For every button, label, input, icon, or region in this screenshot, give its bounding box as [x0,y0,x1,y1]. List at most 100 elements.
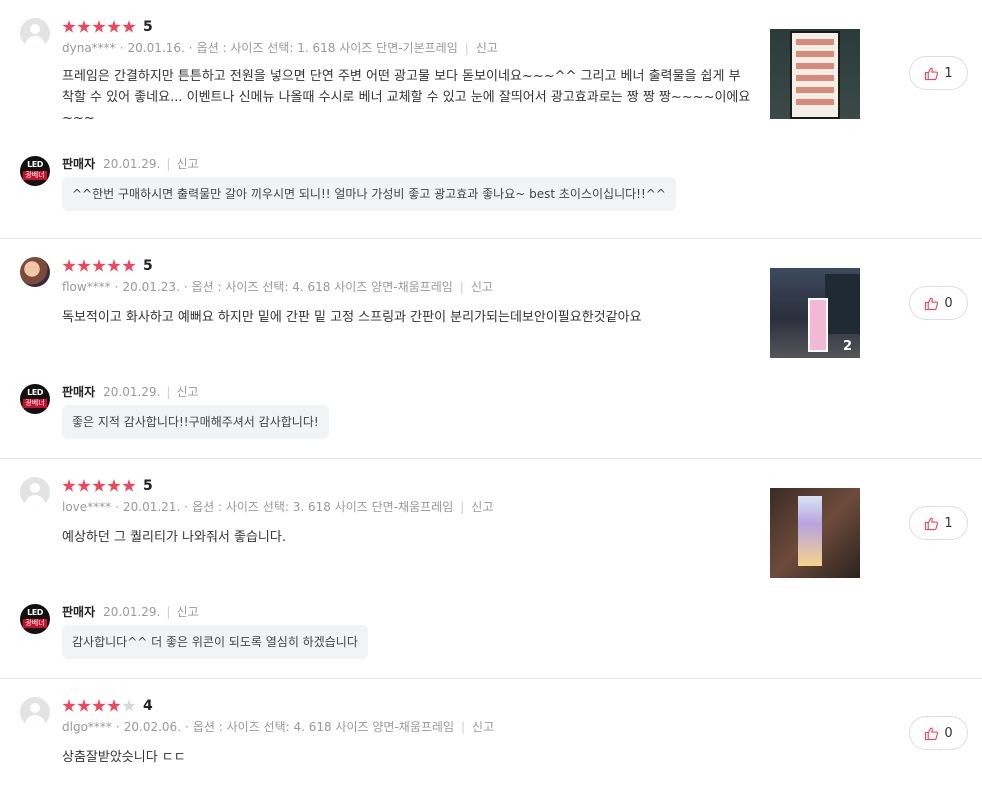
star-icon [92,20,106,33]
thumbs-up-icon [925,727,939,740]
review-text: 독보적이고 화사하고 예뻐요 하지만 밑에 간판 밑 고정 스프링과 간판이 분… [62,310,642,325]
star-icon [77,479,91,492]
like-count: 1 [944,65,953,81]
photo-count: 2 [842,339,852,354]
default-avatar [20,18,50,48]
seller-reply-text: 감사합니다^^ 더 좋은 위콘이 되도록 열심히 하겠습니다 [62,625,368,659]
purchase-option: 옵션 : 사이즈 선택: 4. 618 사이즈 양면-채움프레임 [191,280,453,294]
review-text: 예상하던 그 퀄리티가 나와줘서 좋습니다. [62,530,286,545]
star-icon [107,20,121,33]
report-link[interactable]: 신고 [472,720,494,734]
reviewer-id: dlgo**** [62,720,112,734]
seller-reply-date: 20.01.29. [103,605,161,619]
seller-logo-subtext: 광베너 [23,399,47,408]
seller-logo-subtext: 광베너 [23,171,47,180]
report-link[interactable]: 신고 [471,280,493,294]
rating-score: 5 [143,258,153,274]
review-item: 5 love**** · 20.01.21. · 옵션 : 사이즈 선택: 3. 618… [0,459,982,679]
review-date: 20.01.23. [122,280,180,294]
seller-reply-header: 판매자 20.01.29. | 신고 [62,385,199,399]
review-photo[interactable]: 2 [770,268,860,358]
star-empty-icon [122,699,136,712]
seller-avatar: LED 광베너 [20,156,50,186]
like-button[interactable]: 1 [909,506,968,540]
seller-reply-header: 판매자 20.01.29. | 신고 [62,605,199,619]
star-icon [122,259,136,272]
seller-name: 판매자 [62,605,96,619]
star-icon [77,699,91,712]
like-count: 0 [944,295,953,311]
seller-logo-subtext: 광베너 [23,619,47,628]
reviewer-id: dyna**** [62,41,116,55]
seller-reply-header: 판매자 20.01.29. | 신고 [62,157,199,171]
review-text: 상춤잘받았슷니다 ㄷㄷ [62,750,186,765]
reviewer-id: flow**** [62,280,111,294]
default-avatar [20,477,50,507]
star-rating: 4 [62,696,153,716]
star-icon [62,20,76,33]
review-list: 5 dyna**** · 20.01.16. · 옵션 : 사이즈 선택: 1. 618… [0,0,982,787]
review-meta: flow**** · 20.01.23. · 옵션 : 사이즈 선택: 4. 618 사… [62,280,493,294]
review-item: 5 flow**** · 20.01.23. · 옵션 : 사이즈 선택: 4. 618… [0,239,982,459]
review-meta: love**** · 20.01.21. · 옵션 : 사이즈 선택: 3. 618 사… [62,500,494,514]
review-item: 4 dlgo**** · 20.02.06. · 옵션 : 사이즈 선택: 4. 618… [0,679,982,787]
review-item: 5 dyna**** · 20.01.16. · 옵션 : 사이즈 선택: 1. 618… [0,0,982,239]
review-date: 20.01.16. [127,41,185,55]
seller-logo-text: LED [27,160,43,169]
seller-name: 판매자 [62,385,96,399]
star-icon [62,479,76,492]
report-link[interactable]: 신고 [176,385,198,399]
like-count: 1 [944,515,953,531]
star-icon [92,479,106,492]
thumbs-up-icon [925,517,939,530]
default-avatar [20,697,50,727]
star-icon [122,20,136,33]
review-photo[interactable] [770,488,860,578]
star-rating: 5 [62,256,153,276]
purchase-option: 옵션 : 사이즈 선택: 1. 618 사이즈 단면-기본프레임 [196,41,458,55]
star-icon [62,699,76,712]
thumbs-up-icon [925,297,939,310]
seller-reply-date: 20.01.29. [103,385,161,399]
star-icon [77,20,91,33]
rating-score: 5 [143,19,153,35]
star-icon [62,259,76,272]
review-photo[interactable] [770,29,860,119]
star-icon [92,699,106,712]
report-link[interactable]: 신고 [476,41,498,55]
seller-avatar: LED 광베너 [20,604,50,634]
like-button[interactable]: 0 [909,716,968,750]
like-button[interactable]: 0 [909,286,968,320]
star-icon [92,259,106,272]
seller-reply-date: 20.01.29. [103,157,161,171]
seller-name: 판매자 [62,157,96,171]
rating-score: 5 [143,478,153,494]
review-date: 20.02.06. [123,720,182,734]
report-link[interactable]: 신고 [176,157,198,171]
purchase-option: 옵션 : 사이즈 선택: 4. 618 사이즈 양면-채움프레임 [192,720,454,734]
review-date: 20.01.21. [123,500,181,514]
star-rating: 5 [62,476,153,496]
like-button[interactable]: 1 [909,56,968,90]
thumbs-up-icon [925,67,939,80]
review-text: 프레임은 간결하지만 튼튼하고 전원을 넣으면 단연 주변 어떤 광고물 보다 … [62,69,751,126]
seller-reply-text: 좋은 지적 감사합니다!!구매해주셔서 감사합니다! [62,405,329,439]
star-icon [122,479,136,492]
review-meta: dyna**** · 20.01.16. · 옵션 : 사이즈 선택: 1. 618 사… [62,41,498,55]
star-rating: 5 [62,17,153,37]
star-icon [107,699,121,712]
seller-logo-text: LED [27,388,43,397]
rating-score: 4 [143,698,153,714]
star-icon [77,259,91,272]
review-meta: dlgo**** · 20.02.06. · 옵션 : 사이즈 선택: 4. 618 사… [62,720,495,734]
report-link[interactable]: 신고 [471,500,493,514]
purchase-option: 옵션 : 사이즈 선택: 3. 618 사이즈 단면-채움프레임 [192,500,454,514]
seller-logo-text: LED [27,608,43,617]
report-link[interactable]: 신고 [176,605,198,619]
reviewer-id: love**** [62,500,112,514]
like-count: 0 [944,725,953,741]
star-icon [107,479,121,492]
star-icon [107,259,121,272]
user-photo-avatar [20,257,50,287]
seller-reply-text: ^^한번 구매하시면 출력물만 갈아 끼우시면 되니!! 얼마나 가성비 좋고 … [62,177,676,211]
